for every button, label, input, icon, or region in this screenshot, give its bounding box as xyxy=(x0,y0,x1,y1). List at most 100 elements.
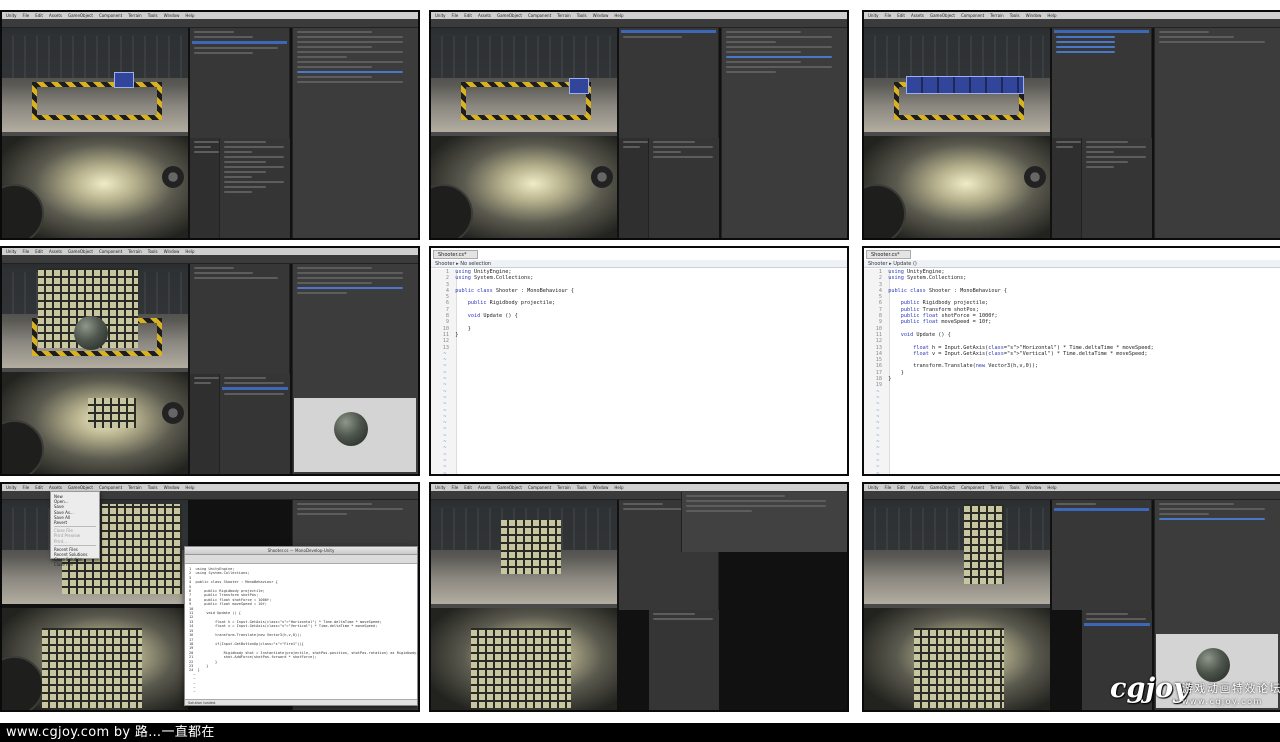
menu-item[interactable]: Help xyxy=(1047,13,1056,18)
menu-bar[interactable]: Unity File Edit Assets GameObject Component Te… xyxy=(431,12,847,19)
menu-item[interactable]: Window xyxy=(593,13,609,18)
code-line[interactable]: 14 float v = Input.GetAxis(class="s">"Ve… xyxy=(870,351,1051,357)
menu-item[interactable]: File xyxy=(452,485,459,490)
menu-item[interactable]: Component xyxy=(528,485,551,490)
menu-item[interactable]: GameObject xyxy=(68,485,93,490)
code-line[interactable]: 19 xyxy=(189,646,198,650)
menu-item[interactable]: GameObject xyxy=(930,13,955,18)
code-line[interactable]: 2 using System.Collections; xyxy=(189,571,250,575)
menu-item[interactable]: Terrain xyxy=(990,13,1004,18)
menu-item[interactable]: File xyxy=(885,485,892,490)
code-line[interactable]: 3 xyxy=(189,576,196,580)
hierarchy-panel[interactable] xyxy=(619,28,719,138)
menu-item[interactable]: Help xyxy=(1047,485,1056,490)
inspector-panel[interactable] xyxy=(292,28,418,238)
menu-item[interactable]: Edit xyxy=(35,13,43,18)
menu-item[interactable]: Help xyxy=(185,249,194,254)
scene-view[interactable] xyxy=(431,500,617,604)
code-line[interactable]: 1 using UnityEngine; xyxy=(870,269,945,275)
hierarchy-panel[interactable] xyxy=(190,264,290,374)
code-line[interactable]: 19 xyxy=(870,382,888,388)
menu-item[interactable]: Terrain xyxy=(128,13,142,18)
menu-item[interactable]: Help xyxy=(614,13,623,18)
hierarchy-panel[interactable] xyxy=(1052,500,1152,610)
breadcrumb[interactable]: Shooter ▸ Update () xyxy=(864,260,1280,268)
menu-item[interactable]: Assets xyxy=(911,13,924,18)
menu-item[interactable]: Edit xyxy=(464,485,472,490)
code-line[interactable]: 10 xyxy=(189,607,198,611)
code-line[interactable]: 11 } xyxy=(437,332,459,338)
selected-cube[interactable] xyxy=(114,72,134,88)
menu-item[interactable]: Window xyxy=(593,485,609,490)
inspector-panel[interactable] xyxy=(721,28,847,238)
menu-item[interactable]: GameObject xyxy=(68,13,93,18)
file-tab[interactable]: Shooter.cs* xyxy=(866,250,911,259)
code-line[interactable]: 14 float v = Input.GetAxis(class="s">"Ve… xyxy=(189,624,310,628)
menu-item[interactable]: Terrain xyxy=(990,485,1004,490)
project-tree[interactable] xyxy=(619,138,649,238)
code-line[interactable]: 17 xyxy=(189,638,198,642)
code-line[interactable]: 10 xyxy=(870,326,888,332)
monodevelop-window[interactable]: Shooter.cs — MonoDevelop-Unity 1 using U… xyxy=(184,546,418,706)
menu-item[interactable]: Component xyxy=(961,13,984,18)
hierarchy-panel[interactable] xyxy=(1052,28,1152,138)
code-line[interactable]: 22 } xyxy=(189,660,217,664)
code-line[interactable]: 4 public class Shooter : MonoBehaviour { xyxy=(870,288,1007,294)
toolbar[interactable] xyxy=(864,19,1280,34)
code-line[interactable]: 15 xyxy=(870,357,888,363)
project-tree[interactable] xyxy=(1052,138,1082,238)
code-text[interactable]: 1 using UnityEngine; 2 using System.Coll… xyxy=(870,269,1154,474)
code-line[interactable]: 7 xyxy=(437,307,455,313)
menu-item[interactable]: Component xyxy=(961,485,984,490)
code-line[interactable]: 13 float h = Input.GetAxis(class="s">"Ho… xyxy=(870,345,1057,351)
menu-bar[interactable]: Unity File Edit Assets GameObject Component Te… xyxy=(2,12,418,19)
menu-item[interactable]: Unity xyxy=(6,249,17,254)
menu-item[interactable]: Unity xyxy=(6,13,17,18)
file-menu-item[interactable]: Print... xyxy=(54,539,96,544)
menu-item[interactable]: Terrain xyxy=(128,249,142,254)
code-line[interactable]: 2 using System.Collections; xyxy=(437,275,533,281)
code-line[interactable]: 9 public float moveSpeed = 10f; xyxy=(870,319,991,325)
menu-item[interactable]: File xyxy=(23,249,30,254)
menu-item[interactable]: Component xyxy=(99,485,122,490)
menu-item[interactable]: File xyxy=(885,13,892,18)
menu-item[interactable]: Assets xyxy=(478,485,491,490)
menu-item[interactable]: GameObject xyxy=(497,13,522,18)
scene-view[interactable] xyxy=(2,264,188,368)
code-line[interactable]: 24 } xyxy=(189,668,200,672)
code-line[interactable]: 12 xyxy=(870,338,888,344)
scene-view[interactable] xyxy=(864,500,1050,604)
code-line[interactable]: 16 transform.Translate(new Vector3(h,v,0… xyxy=(189,633,302,637)
menu-item[interactable]: Terrain xyxy=(557,13,571,18)
code-line[interactable]: 3 xyxy=(870,282,888,288)
file-tab[interactable]: Shooter.cs* xyxy=(433,250,478,259)
menu-bar[interactable]: Unity File Edit Assets GameObject Component Te… xyxy=(431,484,847,491)
menu-item[interactable]: Edit xyxy=(35,249,43,254)
menu-item[interactable]: Tools xyxy=(1010,485,1020,490)
code-line[interactable]: 6 public Rigidbody projectile; xyxy=(189,589,265,593)
menu-item[interactable]: Unity xyxy=(6,485,17,490)
menu-item[interactable]: Help xyxy=(185,13,194,18)
code-line[interactable]: 18 if(Input.GetButtonUp(class="s">"Fire1… xyxy=(189,642,297,646)
code-line[interactable]: 10 } xyxy=(437,326,471,332)
menu-bar[interactable]: Unity File Edit Assets GameObject Component Te… xyxy=(2,484,418,491)
project-panel[interactable] xyxy=(1082,138,1152,238)
code-line[interactable]: 1 using UnityEngine; xyxy=(189,567,234,571)
scene-view[interactable] xyxy=(864,28,1050,132)
menu-item[interactable]: Terrain xyxy=(557,485,571,490)
menu-bar[interactable]: Unity File Edit Assets GameObject Component Te… xyxy=(864,484,1280,491)
project-panel[interactable] xyxy=(649,138,719,238)
code-line[interactable]: 6 public Rigidbody projectile; xyxy=(437,300,555,306)
menu-item[interactable]: Window xyxy=(164,13,180,18)
scene-view[interactable] xyxy=(431,28,617,132)
menu-item[interactable]: GameObject xyxy=(497,485,522,490)
code-line[interactable]: 8 public float shotForce = 1000f; xyxy=(870,313,998,319)
menu-bar[interactable]: Unity File Edit Assets GameObject Component Te… xyxy=(2,248,418,255)
code-line[interactable]: 8 public float shotForce = 1000f; xyxy=(189,598,271,602)
project-tree[interactable] xyxy=(190,374,220,474)
code-line[interactable]: 18 } xyxy=(870,376,892,382)
menu-item[interactable]: Component xyxy=(528,13,551,18)
code-line[interactable]: 13 xyxy=(437,345,455,351)
menu-item[interactable]: Tools xyxy=(577,485,587,490)
menu-item[interactable]: Edit xyxy=(35,485,43,490)
